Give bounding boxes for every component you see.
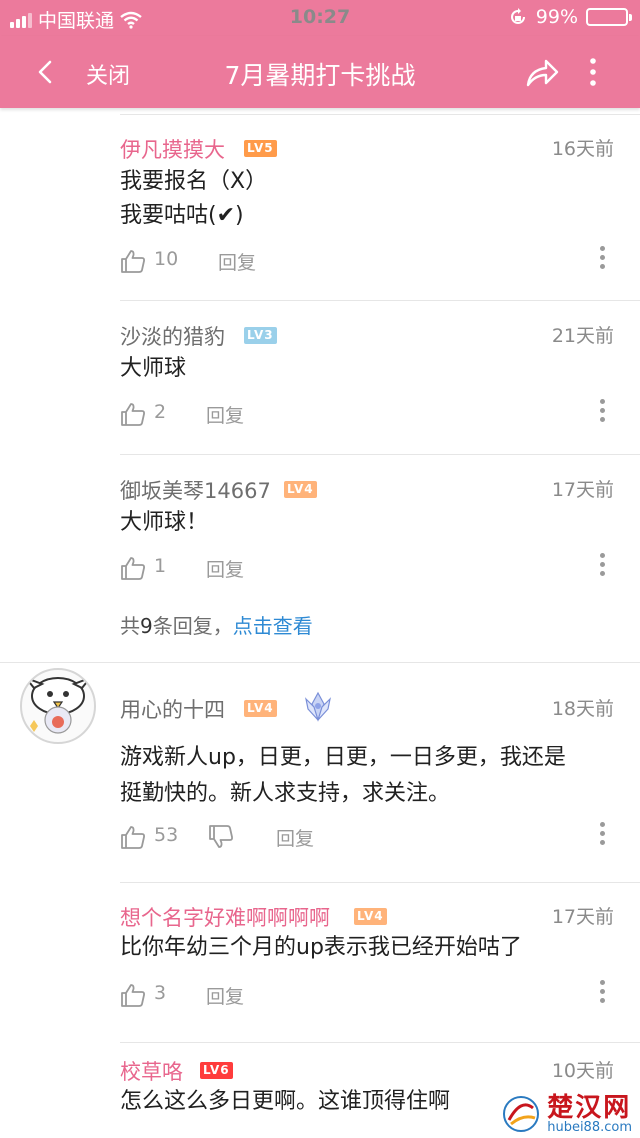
level-badge: LV4: [354, 908, 387, 925]
status-bar: 中国联通 10:27 99%: [0, 0, 640, 36]
more-vertical-icon[interactable]: [598, 822, 606, 850]
comment-text-line: 挺勤快的。新人求支持，求关注。: [120, 781, 451, 806]
more-vertical-icon[interactable]: [598, 980, 606, 1008]
reply-text-line: 我要咕咕(✔): [120, 203, 244, 228]
reply-item: 想个名字好难啊啊啊啊 LV4 17天前 比你年幼三个月的up表示我已经开始咕了 …: [120, 902, 614, 1012]
comment-item: 用心的十四 LV4 18天前 游戏新人up，日更，日更，一日多更，我还是 挺勤快…: [120, 694, 614, 924]
thumbs-down-icon[interactable]: [208, 824, 234, 850]
nav-bar: 关闭 7月暑期打卡挑战: [0, 36, 640, 108]
level-badge: LV4: [244, 700, 277, 717]
thumbs-up-icon[interactable]: [120, 401, 146, 427]
comment-feed[interactable]: 伊凡摸摸大 LV5 16天前 我要报名（X） 我要咕咕(✔) 10 回复 沙淡的…: [0, 108, 640, 1138]
more-vertical-icon[interactable]: [598, 246, 606, 274]
reply-actions: 1 回复: [120, 553, 614, 583]
reply-text-line: 大师球: [120, 356, 187, 381]
reply-count-number: 9: [140, 614, 153, 638]
watermark-text: 楚汉网 hubei88.com: [547, 1095, 632, 1134]
reply-item: 御坂美琴14667 LV4 17天前 大师球！ 1 回复: [120, 475, 614, 585]
reply-button[interactable]: 回复: [206, 982, 244, 1009]
like-count: 1: [154, 555, 167, 577]
battery-percent: 99%: [535, 6, 578, 28]
reply-actions: 10 回复: [120, 246, 614, 276]
reply-time: 17天前: [551, 479, 614, 501]
thumbs-up-icon[interactable]: [120, 982, 146, 1008]
comment-username[interactable]: 用心的十四: [120, 694, 225, 724]
reply-username[interactable]: 想个名字好难啊啊啊啊: [120, 902, 330, 932]
rotation-lock-icon: [510, 8, 525, 24]
comment-time: 18天前: [551, 698, 614, 720]
reply-text-line: 比你年幼三个月的up表示我已经开始咕了: [120, 935, 522, 960]
crystal-badge-icon: [305, 691, 331, 722]
watermark: 楚汉网 hubei88.com: [501, 1094, 632, 1134]
reply-username[interactable]: 校草咯: [120, 1056, 183, 1086]
chevron-left-icon[interactable]: [26, 52, 66, 92]
reply-actions: 2 回复: [120, 399, 614, 429]
battery-icon: [586, 8, 632, 26]
avatar-image: [22, 675, 94, 734]
like-count: 3: [154, 982, 167, 1004]
thumbs-up-icon[interactable]: [120, 824, 146, 850]
status-left: 中国联通: [10, 6, 142, 33]
more-vertical-icon[interactable]: [578, 52, 608, 92]
reply-actions: 3 回复: [120, 980, 614, 1010]
divider: [120, 454, 640, 455]
reply-button[interactable]: 回复: [206, 401, 244, 428]
level-badge: LV6: [200, 1062, 233, 1079]
reply-text-line: 大师球！: [120, 510, 209, 535]
reply-time: 17天前: [551, 906, 614, 928]
carrier-label: 中国联通: [38, 10, 115, 32]
more-vertical-icon[interactable]: [598, 399, 606, 427]
more-vertical-icon[interactable]: [598, 553, 606, 581]
reply-count-suffix: 条回复，: [152, 614, 233, 638]
view-replies-link[interactable]: 点击查看: [233, 614, 313, 638]
reply-time: 10天前: [551, 1060, 614, 1082]
comment-text-line: 游戏新人up，日更，日更，一日多更，我还是: [120, 745, 566, 770]
comment-actions: 53 回复: [120, 822, 614, 852]
watermark-name: 楚汉网: [547, 1092, 632, 1123]
reply-count-prefix: 共: [120, 614, 140, 638]
thumbs-up-icon[interactable]: [120, 555, 146, 581]
level-badge: LV4: [284, 481, 317, 498]
divider: [120, 882, 640, 883]
reply-button[interactable]: 回复: [276, 824, 314, 851]
reply-time: 21天前: [551, 325, 614, 347]
reply-username[interactable]: 伊凡摸摸大: [120, 134, 225, 164]
signal-icon: [10, 12, 32, 28]
close-button[interactable]: 关闭: [86, 58, 130, 90]
reply-username[interactable]: 御坂美琴14667: [120, 475, 271, 505]
section-divider: [0, 662, 640, 663]
reply-text-line: 我要报名（X）: [120, 169, 268, 194]
like-count: 2: [154, 401, 167, 423]
reply-button[interactable]: 回复: [218, 248, 256, 275]
reply-username[interactable]: 沙淡的猎豹: [120, 321, 225, 351]
avatar[interactable]: [20, 668, 96, 744]
reply-button[interactable]: 回复: [206, 555, 244, 582]
like-count: 10: [154, 248, 179, 270]
level-badge: LV3: [244, 327, 277, 344]
divider: [120, 114, 640, 115]
share-icon[interactable]: [522, 52, 562, 92]
wifi-icon: [120, 11, 142, 29]
status-right: 99%: [508, 6, 632, 28]
reply-count-row: 共9条回复，点击查看: [120, 610, 313, 639]
thumbs-up-icon[interactable]: [120, 248, 146, 274]
divider: [120, 1042, 640, 1043]
like-count: 53: [154, 824, 179, 846]
watermark-url: hubei88.com: [547, 1119, 632, 1135]
reply-time: 16天前: [551, 138, 614, 160]
divider: [120, 300, 640, 301]
reply-item: 伊凡摸摸大 LV5 16天前 我要报名（X） 我要咕咕(✔) 10 回复: [120, 134, 614, 284]
level-badge: LV5: [244, 140, 277, 157]
watermark-logo-icon: [503, 1096, 540, 1132]
reply-item: 沙淡的猎豹 LV3 21天前 大师球 2 回复: [120, 321, 614, 431]
